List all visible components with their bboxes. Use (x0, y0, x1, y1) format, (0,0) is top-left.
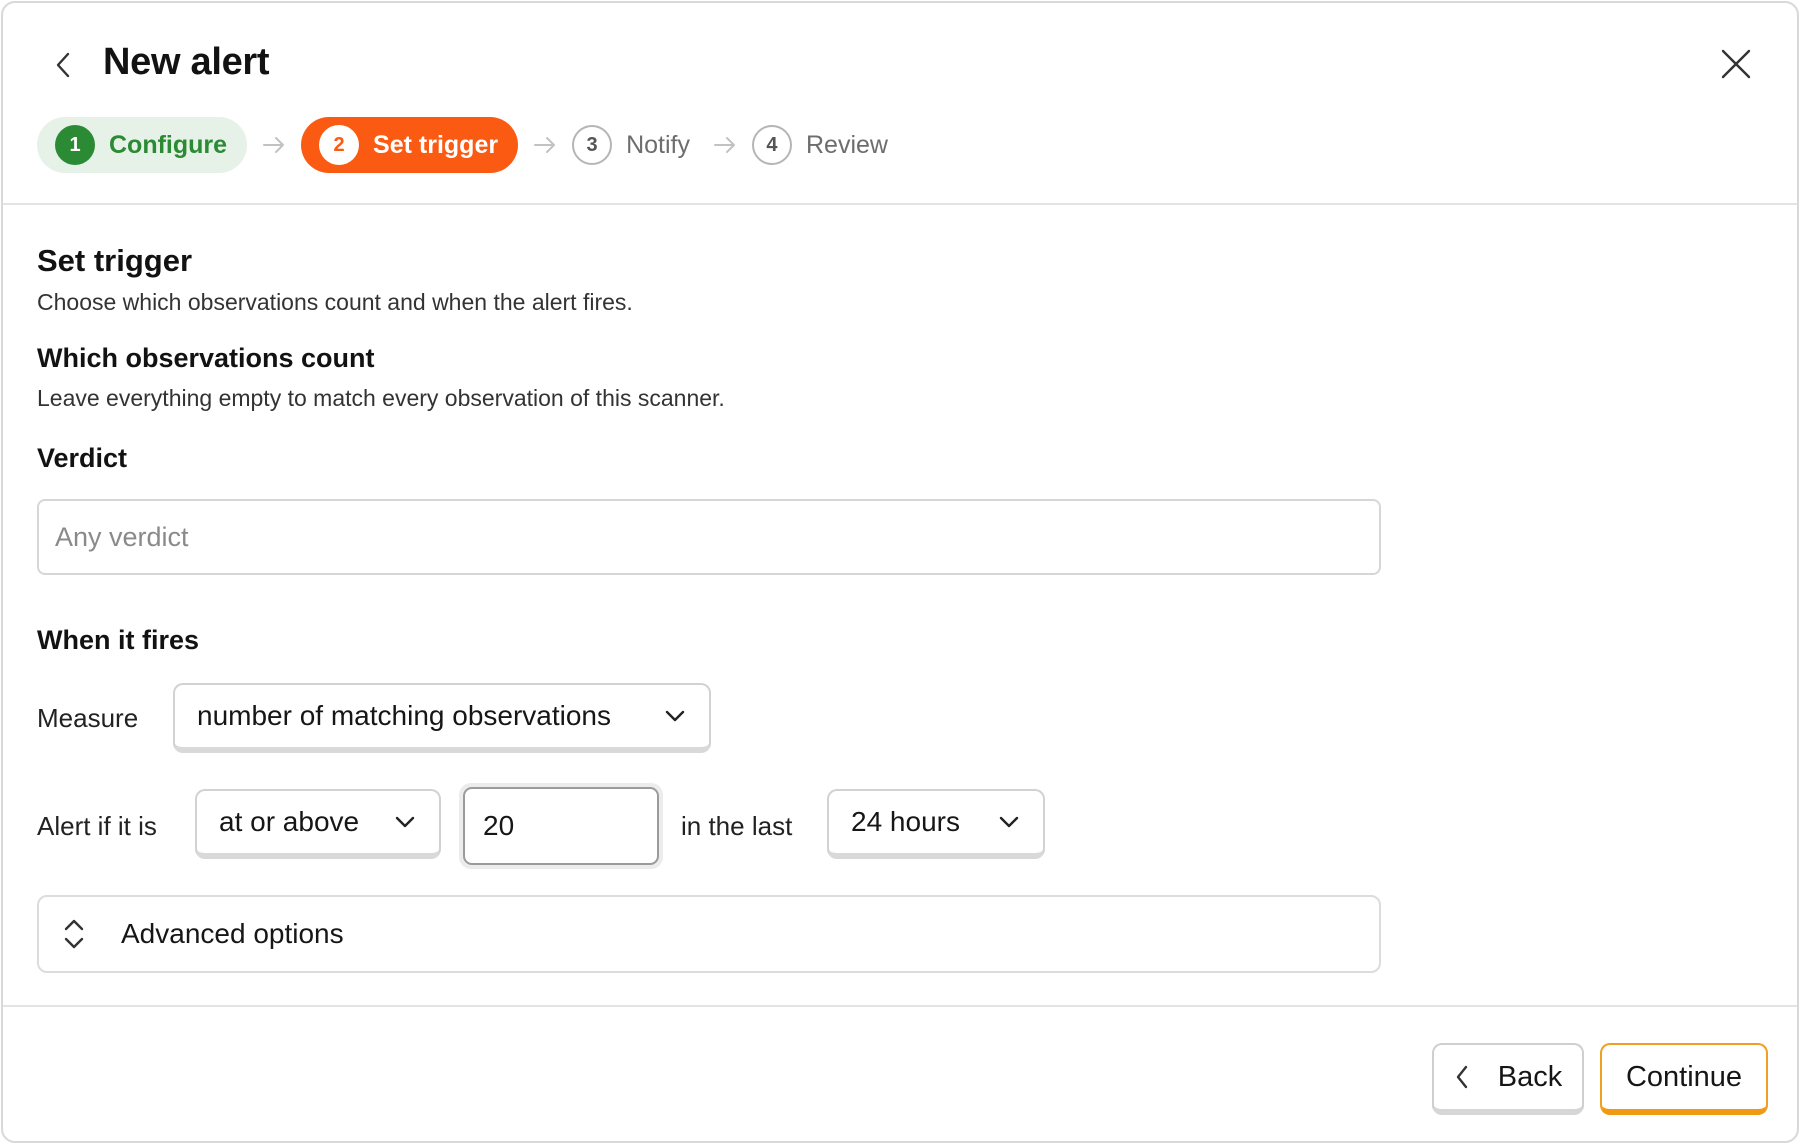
step-label: Configure (109, 130, 228, 159)
arrow-right-icon (261, 136, 287, 154)
step-label: Review (805, 130, 888, 159)
stepper: 1 Configure 2 Set trigger 3 Notify 4 Rev… (37, 117, 896, 173)
step-set-trigger[interactable]: 2 Set trigger (301, 117, 519, 173)
step-number: 4 (751, 125, 792, 165)
back-button[interactable]: Back (1432, 1043, 1584, 1115)
dialog-header: New alert 1 Configure 2 Set trigger 3 No… (3, 3, 1797, 205)
window-select[interactable]: 24 hours (827, 789, 1045, 859)
chevron-left-icon (56, 52, 70, 78)
step-label: Set trigger (373, 130, 499, 159)
step-number: 1 (55, 125, 95, 165)
chevron-down-icon (997, 810, 1021, 834)
step-number: 3 (572, 125, 613, 165)
new-alert-dialog: New alert 1 Configure 2 Set trigger 3 No… (1, 1, 1799, 1143)
observations-subtitle: Leave everything empty to match every ob… (37, 385, 725, 411)
advanced-options-toggle[interactable]: Advanced options (37, 895, 1381, 973)
fires-title: When it fires (37, 625, 200, 655)
chevron-left-icon (1454, 1063, 1476, 1091)
dialog-footer: Back Continue (3, 1005, 1797, 1141)
back-arrow-button[interactable] (45, 47, 81, 83)
advanced-options-label: Advanced options (121, 918, 344, 949)
step-review[interactable]: 4 Review (751, 117, 896, 173)
close-icon (1721, 49, 1751, 79)
threshold-input[interactable] (463, 787, 659, 865)
step-label: Notify (626, 130, 690, 159)
continue-button[interactable]: Continue (1600, 1043, 1768, 1115)
window-label: in the last (681, 811, 793, 841)
threshold-focus-ring (459, 783, 663, 869)
section-title: Set trigger (37, 243, 193, 278)
observations-title: Which observations count (37, 343, 375, 373)
page-title: New alert (103, 41, 270, 83)
arrow-right-icon (712, 136, 738, 154)
verdict-input[interactable] (37, 499, 1381, 575)
close-button[interactable] (1713, 41, 1759, 87)
comparator-select[interactable]: at or above (195, 789, 441, 859)
measure-label: Measure (37, 703, 139, 733)
verdict-label: Verdict (37, 443, 128, 473)
section-subtitle: Choose which observations count and when… (37, 289, 633, 315)
step-number: 2 (319, 125, 360, 165)
expand-collapse-icon (64, 919, 84, 949)
back-button-label: Back (1497, 1060, 1563, 1093)
step-notify[interactable]: 3 Notify (572, 117, 698, 173)
alert-if-label: Alert if it is (37, 811, 157, 841)
measure-select[interactable]: number of matching observations (173, 683, 711, 753)
measure-value: number of matching observations (197, 700, 611, 731)
chevron-down-icon (663, 704, 687, 728)
step-configure[interactable]: 1 Configure (37, 117, 248, 173)
continue-button-label: Continue (1625, 1060, 1743, 1093)
chevron-down-icon (393, 810, 417, 834)
window-value: 24 hours (851, 806, 960, 837)
dialog-body: Set trigger Choose which observations co… (3, 207, 1797, 1005)
comparator-value: at or above (219, 806, 360, 837)
arrow-right-icon (532, 136, 558, 154)
